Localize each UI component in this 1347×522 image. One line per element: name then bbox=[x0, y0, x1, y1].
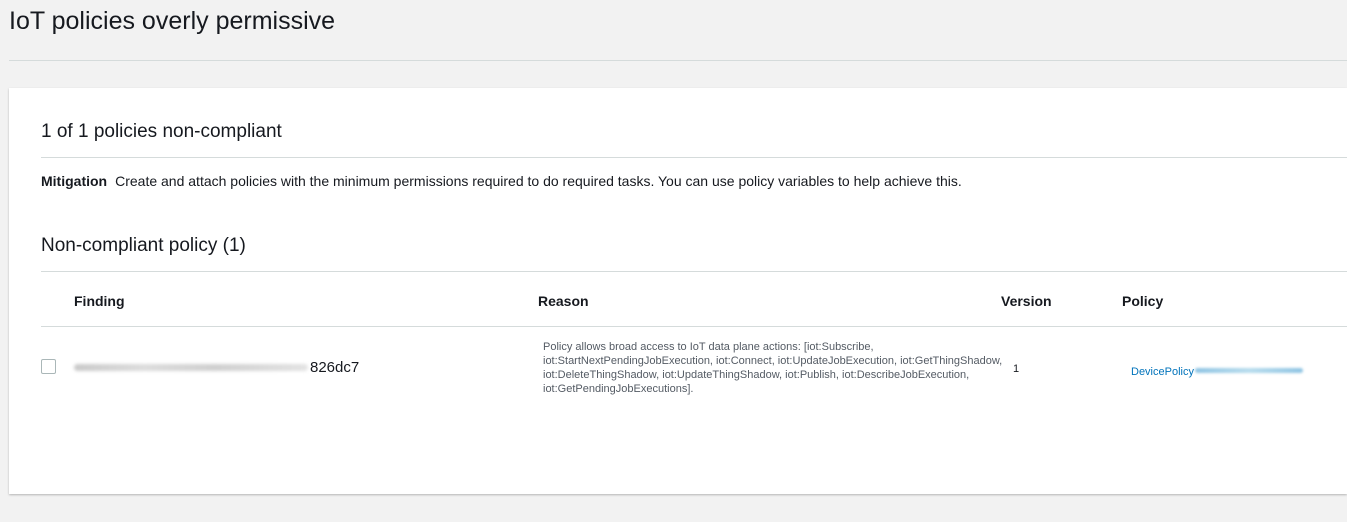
mitigation-label: Mitigation bbox=[41, 173, 108, 189]
policy-cell: DevicePolicy bbox=[1131, 362, 1303, 378]
column-header-reason: Reason bbox=[538, 293, 589, 309]
findings-card: 1 of 1 policies non-compliant Mitigation… bbox=[9, 88, 1347, 494]
mitigation-block: Mitigation Create and attach policies wit… bbox=[41, 172, 962, 190]
title-divider bbox=[9, 60, 1347, 61]
finding-cell: 826dc7 bbox=[74, 358, 374, 378]
redacted-policy-name bbox=[1194, 368, 1303, 374]
non-compliant-policy-heading: Non-compliant policy (1) bbox=[41, 235, 246, 256]
page-title: IoT policies overly permissive bbox=[9, 7, 336, 35]
compliance-summary-heading: 1 of 1 policies non-compliant bbox=[41, 121, 282, 142]
column-header-version: Version bbox=[1001, 293, 1052, 309]
column-header-policy: Policy bbox=[1122, 293, 1164, 309]
policy-link[interactable]: DevicePolicy bbox=[1131, 366, 1194, 378]
reason-cell: Policy allows broad access to IoT data p… bbox=[543, 341, 1003, 395]
row-select-checkbox[interactable] bbox=[41, 359, 56, 374]
version-cell: 1 bbox=[1013, 363, 1020, 375]
column-header-finding: Finding bbox=[74, 293, 125, 309]
mitigation-text: Create and attach policies with the mini… bbox=[115, 173, 962, 189]
redacted-finding-id bbox=[74, 364, 308, 371]
table-header-divider bbox=[41, 326, 1347, 327]
table-top-divider bbox=[41, 271, 1347, 272]
summary-divider bbox=[41, 157, 1347, 158]
finding-id-suffix: 826dc7 bbox=[310, 359, 360, 376]
